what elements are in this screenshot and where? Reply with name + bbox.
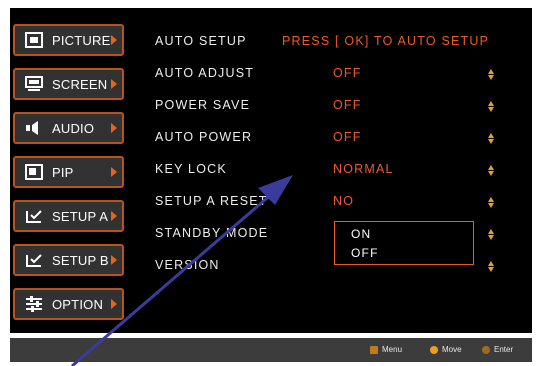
pointer-arrow-icon: [71, 175, 293, 366]
